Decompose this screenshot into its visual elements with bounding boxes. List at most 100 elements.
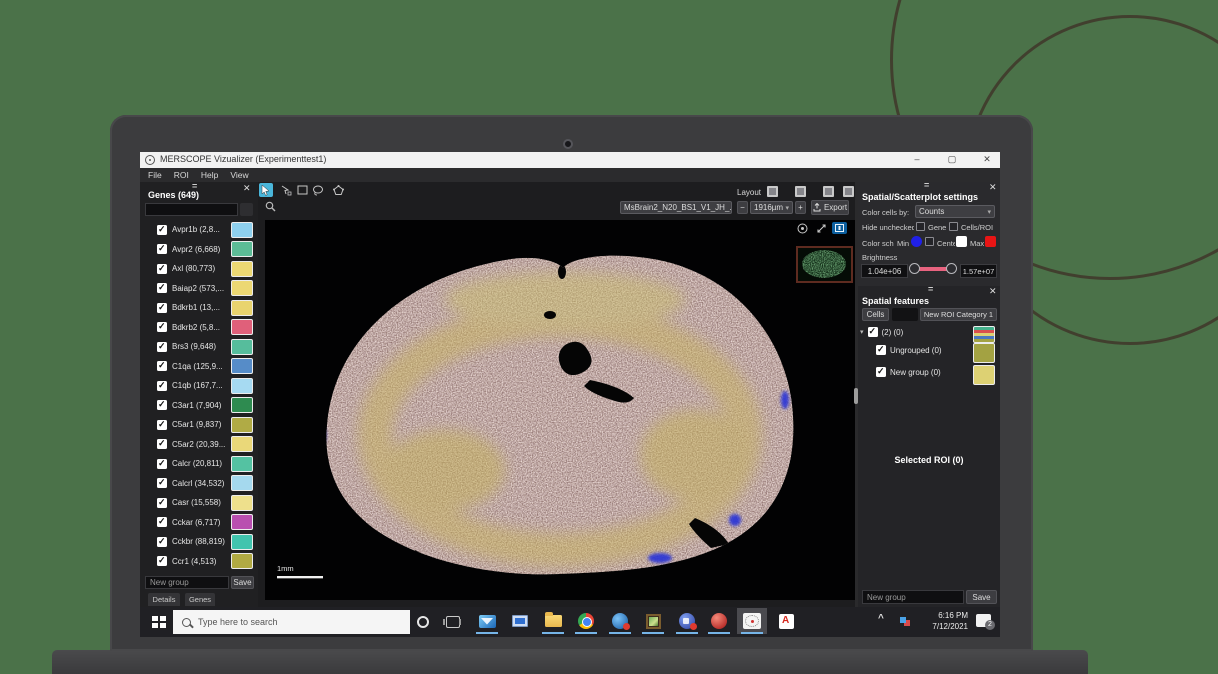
gene-checkbox[interactable] bbox=[157, 556, 167, 566]
rectangle-roi-tool-button[interactable] bbox=[296, 184, 308, 196]
cortana-button[interactable] bbox=[417, 616, 429, 628]
layout-button-4[interactable] bbox=[843, 186, 854, 197]
dataset-select[interactable]: MsBrain2_N20_BS1_V1_JH_... bbox=[620, 201, 732, 214]
layout-button-3[interactable] bbox=[823, 186, 834, 197]
brightness-min-handle[interactable] bbox=[909, 263, 920, 274]
gene-checkbox[interactable] bbox=[157, 459, 167, 469]
minimap[interactable] bbox=[796, 246, 853, 283]
settings-panel-close-icon[interactable]: ✕ bbox=[989, 183, 997, 192]
save-group-button[interactable]: Save bbox=[231, 576, 254, 589]
layout-button-1[interactable] bbox=[767, 186, 778, 197]
gene-checkbox[interactable] bbox=[157, 537, 167, 547]
gene-color-swatch[interactable] bbox=[231, 300, 253, 316]
gene-color-swatch[interactable] bbox=[231, 436, 253, 452]
gene-checkbox[interactable] bbox=[157, 478, 167, 488]
new-roi-category-button[interactable]: New ROI Category 1 bbox=[920, 308, 997, 321]
menu-item-roi[interactable]: ROI bbox=[174, 170, 189, 180]
gene-color-swatch[interactable] bbox=[231, 456, 253, 472]
gene-color-swatch[interactable] bbox=[231, 534, 253, 550]
panel-drag-handle-icon[interactable]: = bbox=[192, 183, 197, 189]
scale-select[interactable]: 1916µm bbox=[750, 201, 793, 214]
center-color-swatch[interactable] bbox=[956, 236, 967, 247]
gene-checkbox[interactable] bbox=[157, 400, 167, 410]
layout-button-2[interactable] bbox=[795, 186, 806, 197]
lasso-roi-tool-button[interactable] bbox=[312, 184, 324, 196]
menu-item-help[interactable]: Help bbox=[201, 170, 218, 180]
brightness-max-value[interactable]: 1.57e+07 bbox=[960, 264, 997, 278]
export-button[interactable]: Export bbox=[811, 200, 849, 215]
feature-color-swatch[interactable] bbox=[973, 343, 995, 363]
center-enable-checkbox[interactable] bbox=[925, 237, 934, 246]
gene-color-swatch[interactable] bbox=[231, 319, 253, 335]
hide-unchecked-cells-checkbox[interactable] bbox=[949, 222, 958, 231]
search-input[interactable] bbox=[198, 617, 378, 627]
task-view-button[interactable] bbox=[446, 616, 460, 628]
gene-color-swatch[interactable] bbox=[231, 514, 253, 530]
panel-drag-handle-icon[interactable]: = bbox=[924, 182, 929, 188]
gene-color-swatch[interactable] bbox=[231, 495, 253, 511]
color-cells-by-select[interactable]: Counts bbox=[915, 205, 995, 218]
gene-checkbox[interactable] bbox=[157, 244, 167, 254]
polygon-roi-tool-button[interactable] bbox=[332, 184, 344, 196]
gene-checkbox[interactable] bbox=[157, 264, 167, 274]
roi-category-input[interactable] bbox=[892, 308, 918, 321]
gene-color-swatch[interactable] bbox=[231, 280, 253, 296]
tab-details[interactable]: Details bbox=[148, 593, 180, 606]
gene-color-swatch[interactable] bbox=[231, 378, 253, 394]
tray-expand-icon[interactable]: ^ bbox=[878, 613, 884, 624]
chrome-taskbar-button[interactable] bbox=[571, 608, 601, 634]
feature-checkbox[interactable] bbox=[876, 367, 886, 377]
tab-genes[interactable]: Genes bbox=[185, 593, 215, 606]
gene-checkbox[interactable] bbox=[157, 517, 167, 527]
zoom-tool-icon[interactable] bbox=[264, 200, 276, 212]
tray-app-icon[interactable] bbox=[900, 617, 906, 623]
gene-checkbox[interactable] bbox=[157, 498, 167, 508]
merscope-visualizer-taskbar-button[interactable] bbox=[737, 608, 767, 634]
taskbar-clock[interactable]: 6:16 PM 7/12/2021 bbox=[916, 611, 968, 632]
node-select-tool-button[interactable] bbox=[280, 184, 292, 196]
panel-drag-handle-icon[interactable]: = bbox=[928, 286, 933, 292]
fullscreen-button[interactable] bbox=[815, 222, 827, 234]
roi-new-group-input[interactable] bbox=[862, 590, 964, 604]
info-circle-button[interactable] bbox=[796, 222, 808, 234]
gene-color-swatch[interactable] bbox=[231, 222, 253, 238]
zoom-in-button[interactable]: + bbox=[795, 201, 806, 214]
gene-color-swatch[interactable] bbox=[231, 358, 253, 374]
hide-unchecked-gene-checkbox[interactable] bbox=[916, 222, 925, 231]
root-checkbox[interactable] bbox=[868, 327, 878, 337]
gene-color-swatch[interactable] bbox=[231, 261, 253, 277]
min-color-swatch[interactable] bbox=[911, 236, 922, 247]
menu-item-file[interactable]: File bbox=[148, 170, 162, 180]
gene-color-swatch[interactable] bbox=[231, 553, 253, 569]
menu-item-view[interactable]: View bbox=[230, 170, 248, 180]
this-pc-taskbar-button[interactable] bbox=[505, 608, 535, 634]
notification-button[interactable]: 2 bbox=[976, 614, 991, 627]
acrobat-taskbar-button[interactable] bbox=[771, 608, 801, 634]
taskbar-search[interactable] bbox=[173, 610, 410, 634]
new-group-input[interactable] bbox=[145, 576, 229, 589]
brightness-min-value[interactable]: 1.04e+06 bbox=[861, 264, 908, 278]
genes-panel-close-icon[interactable]: ✕ bbox=[243, 184, 251, 193]
gene-color-swatch[interactable] bbox=[231, 339, 253, 355]
mail-taskbar-button[interactable] bbox=[472, 608, 502, 634]
gene-checkbox[interactable] bbox=[157, 361, 167, 371]
photos-taskbar-button[interactable] bbox=[638, 608, 668, 634]
features-panel-close-icon[interactable]: ✕ bbox=[989, 287, 997, 296]
brightness-max-handle[interactable] bbox=[946, 263, 957, 274]
red-app-taskbar-button[interactable] bbox=[704, 608, 734, 634]
roi-save-button[interactable]: Save bbox=[966, 590, 997, 604]
gene-checkbox[interactable] bbox=[157, 381, 167, 391]
gene-color-swatch[interactable] bbox=[231, 475, 253, 491]
file-explorer-taskbar-button[interactable] bbox=[538, 608, 568, 634]
gene-search-input[interactable] bbox=[145, 203, 238, 216]
gene-checkbox[interactable] bbox=[157, 283, 167, 293]
spatial-canvas[interactable]: 1mm bbox=[265, 220, 855, 600]
cells-button[interactable]: Cells bbox=[862, 308, 889, 321]
gene-checkbox[interactable] bbox=[157, 225, 167, 235]
feature-color-swatch[interactable] bbox=[973, 365, 995, 385]
close-button[interactable]: ✕ bbox=[976, 152, 998, 168]
tree-expander-icon[interactable] bbox=[860, 328, 864, 336]
select-tool-button[interactable] bbox=[259, 183, 273, 197]
gene-search-filter-button[interactable] bbox=[240, 203, 253, 216]
gene-color-swatch[interactable] bbox=[231, 397, 253, 413]
